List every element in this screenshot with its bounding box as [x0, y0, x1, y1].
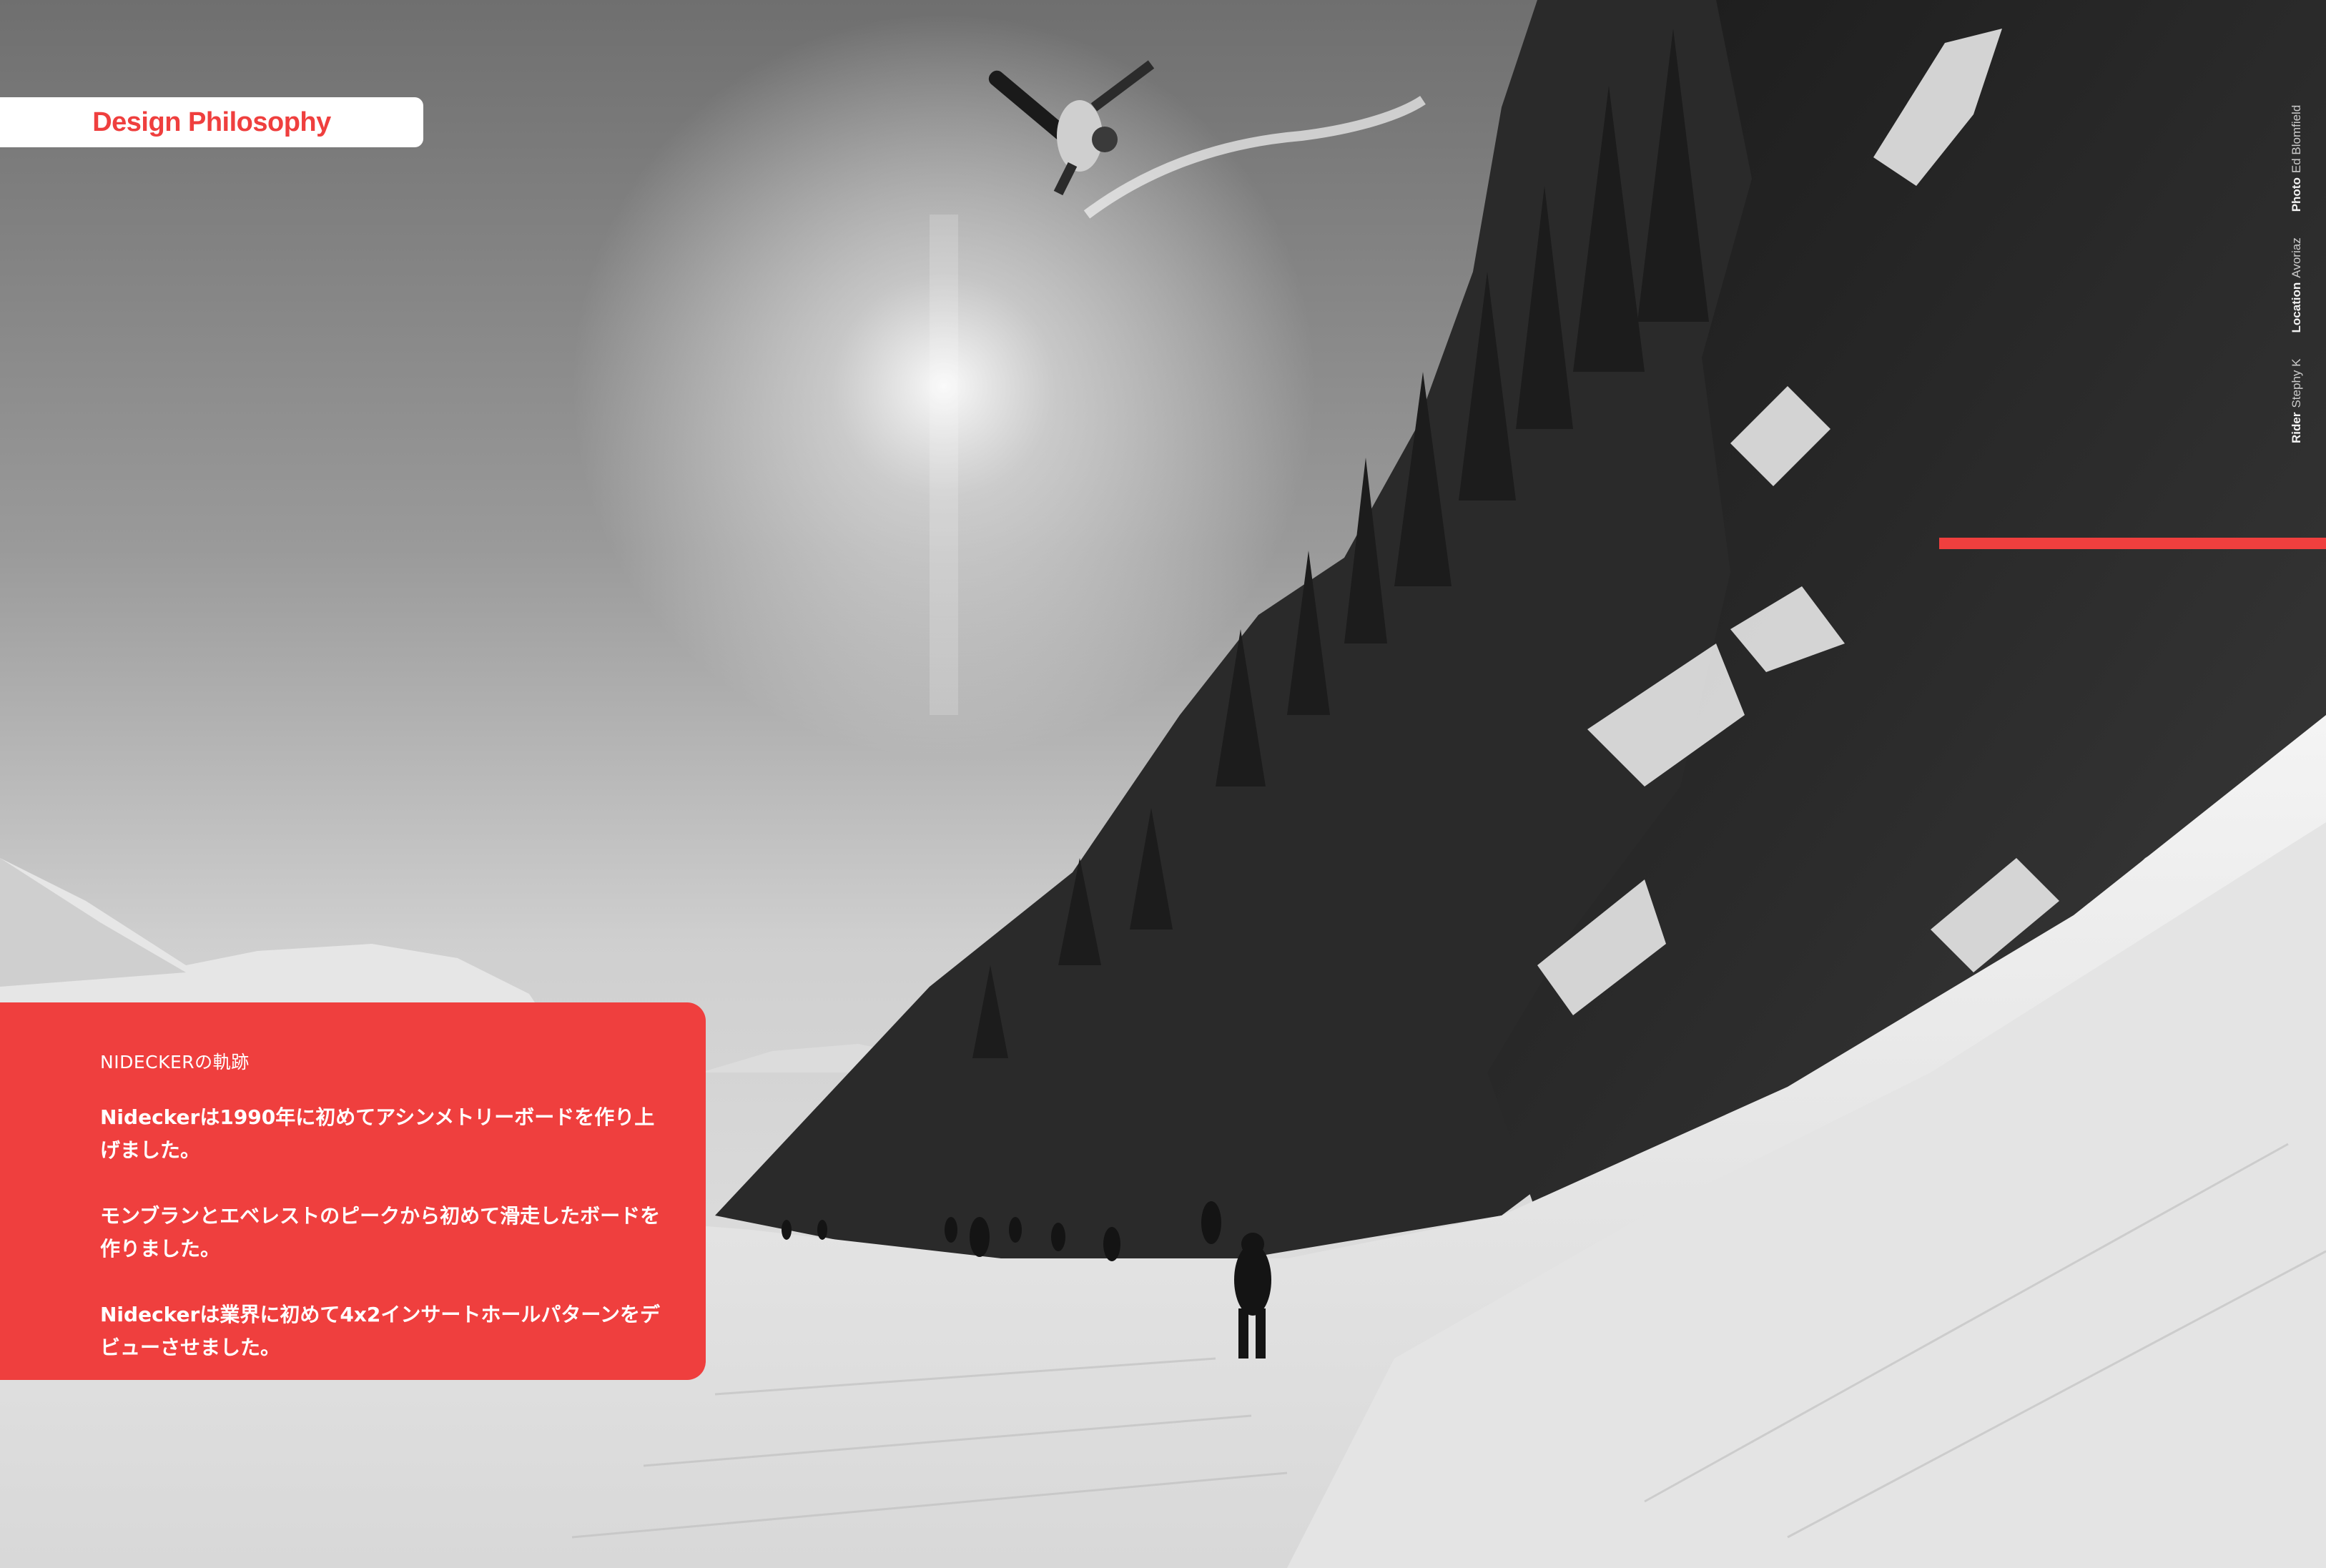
accent-divider-bar: [1939, 538, 2326, 549]
credit-photo-label: Photo: [2290, 177, 2303, 212]
history-item: Nideckerは1990年に初めてアシンメトリーボードを作り上げました。: [100, 1105, 655, 1162]
section-title: Design Philosophy: [92, 107, 331, 137]
credit-rider: Rider Stephy K: [2290, 359, 2304, 443]
credit-rider-label: Rider: [2290, 412, 2303, 443]
credit-rider-value: Stephy K: [2290, 358, 2303, 408]
section-title-tab: Design Philosophy: [0, 97, 423, 147]
credit-location-value: Avoriaz: [2290, 237, 2303, 278]
history-item: モンブランとエベレストのピークから初めて滑走したボードを作りました。: [100, 1204, 661, 1261]
history-info-panel: NIDECKERの軌跡 Nideckerは1990年に初めてアシンメトリーボード…: [0, 1002, 706, 1380]
magazine-spread: Design Philosophy Rider Stephy K Location…: [0, 0, 2326, 1568]
credit-location-label: Location: [2290, 282, 2303, 333]
credit-photo: Photo Ed Blomfield: [2290, 105, 2304, 212]
credit-location: Location Avoriaz: [2290, 237, 2304, 332]
panel-kicker: NIDECKERの軌跡: [100, 1052, 250, 1073]
photo-credits: Rider Stephy K Location Avoriaz Photo Ed Bl…: [2281, 57, 2312, 443]
history-item: Nideckerは業界に初めて4x2インサートホールパターンをデビューさせました…: [100, 1303, 660, 1359]
credit-photo-value: Ed Blomfield: [2290, 104, 2303, 174]
